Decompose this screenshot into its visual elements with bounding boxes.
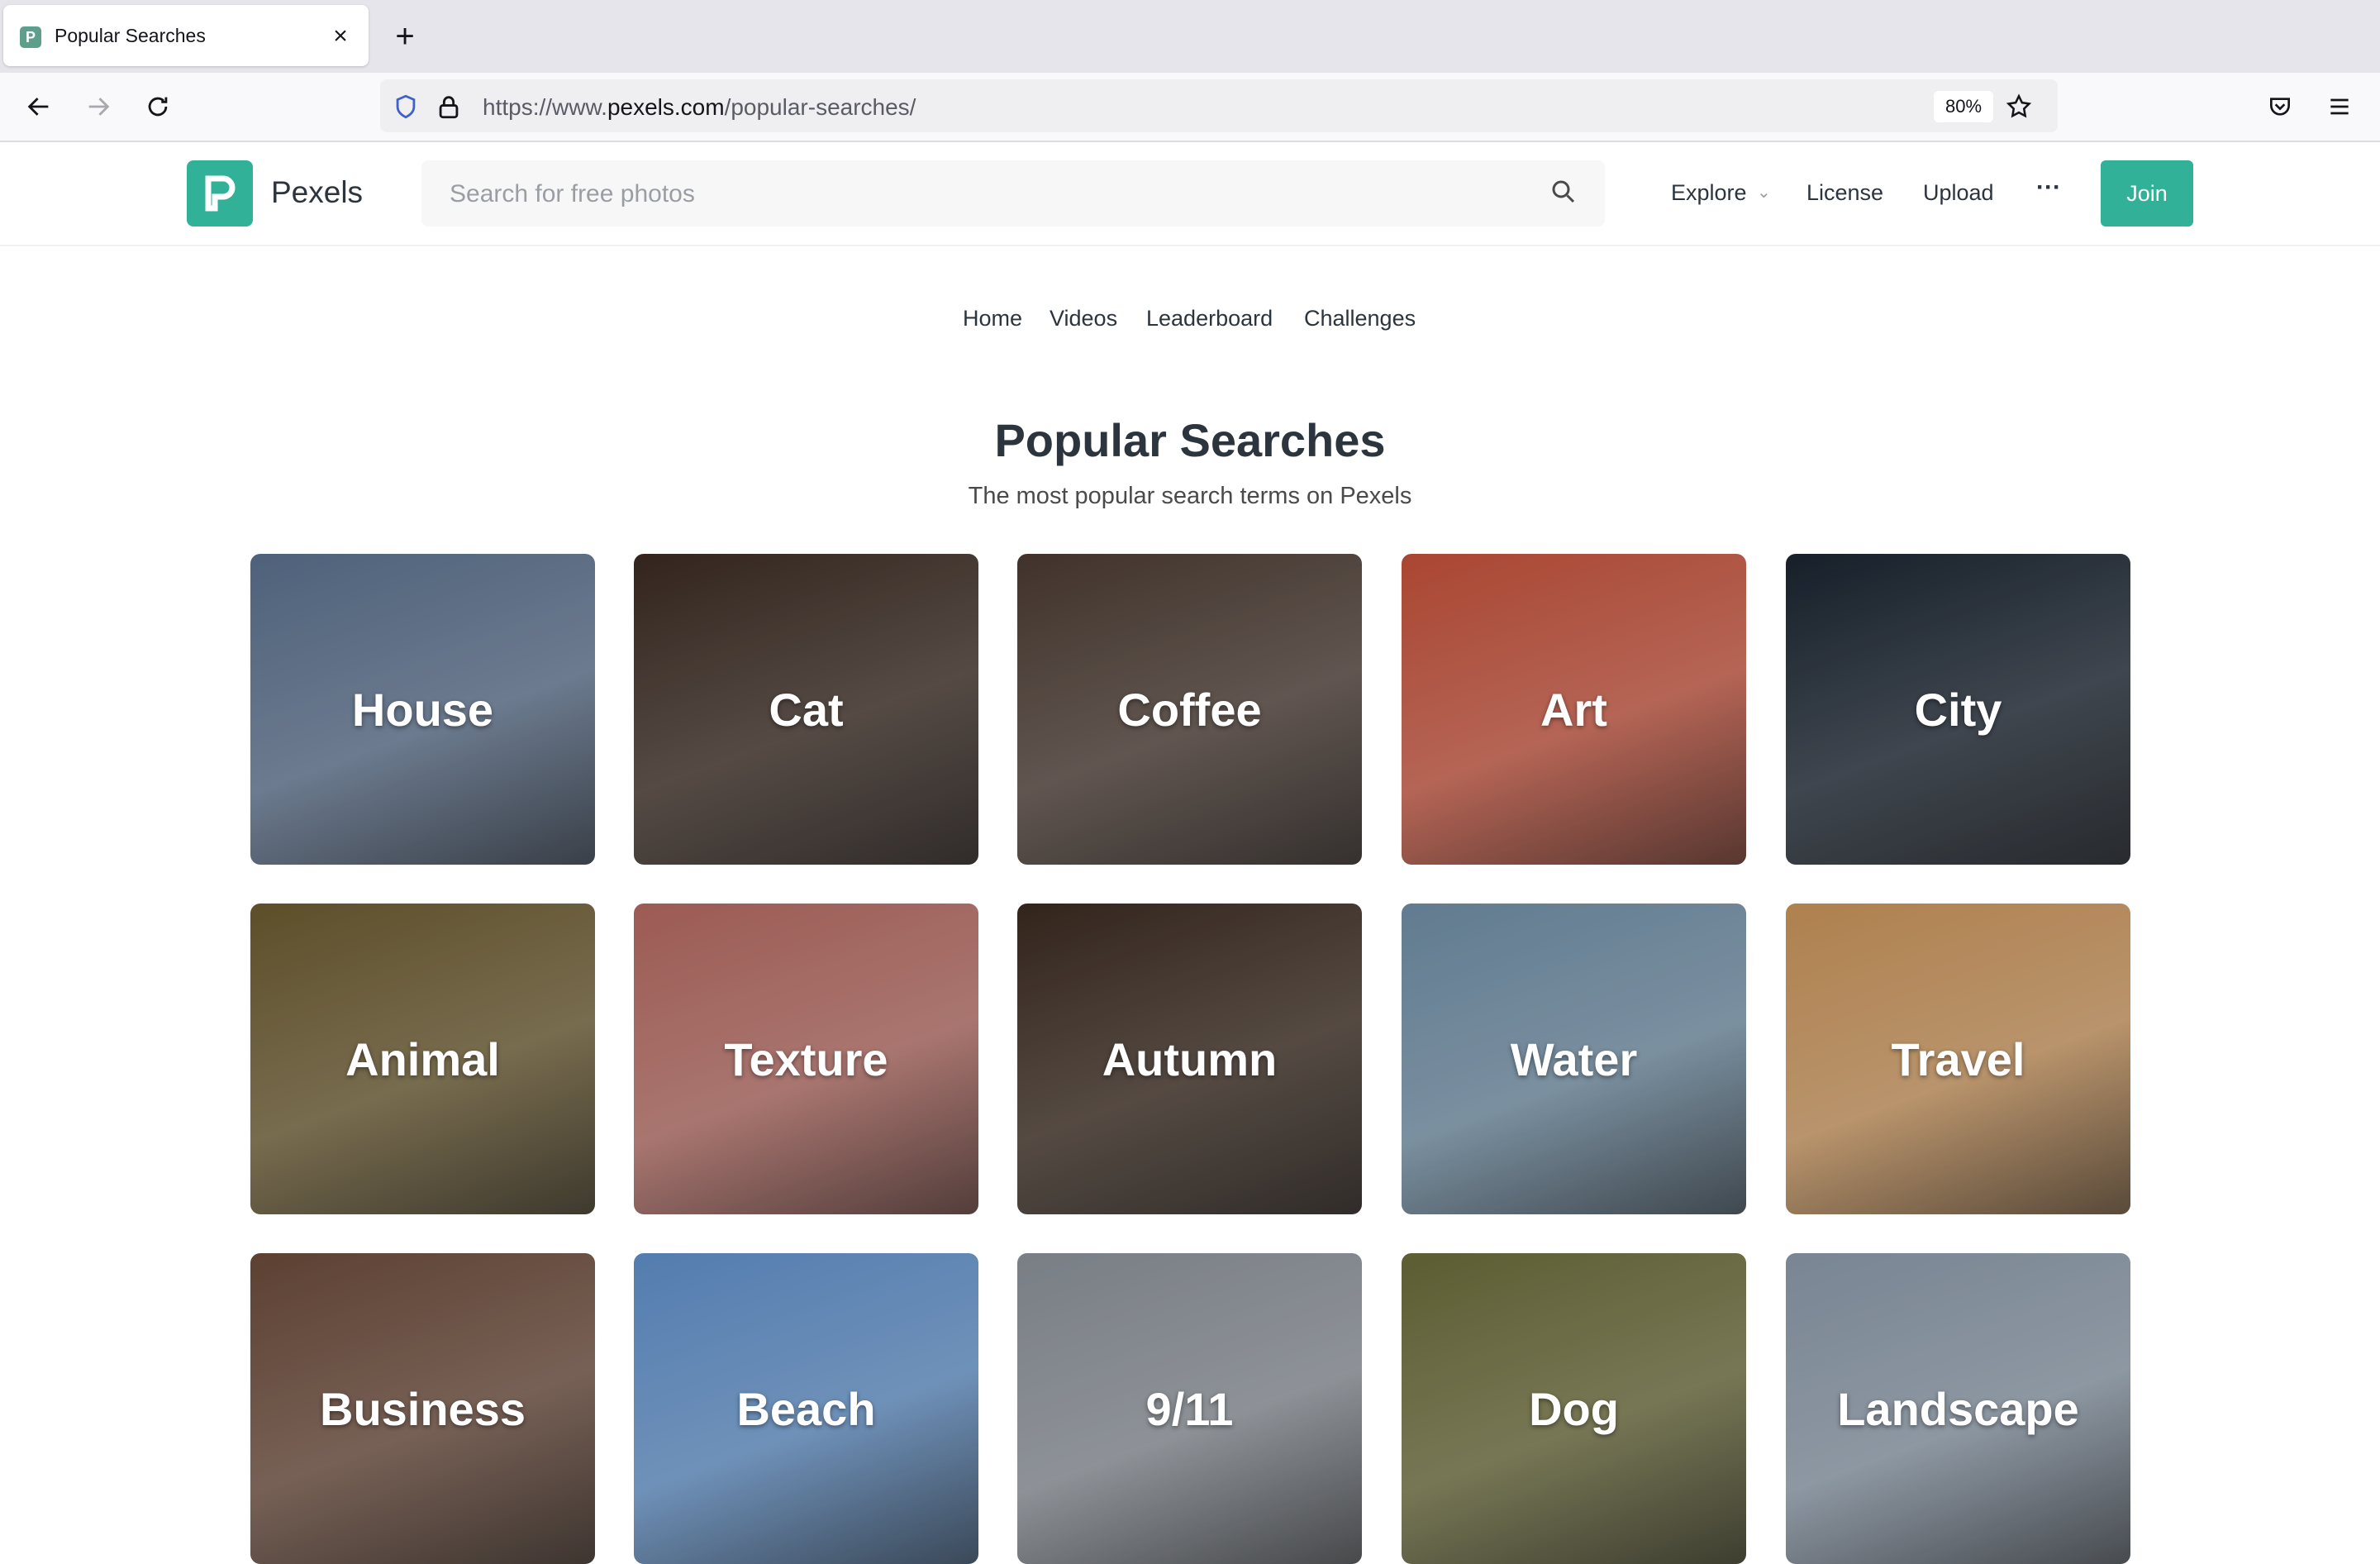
reload-icon[interactable] [137,86,178,127]
card-label: Animal [250,904,595,1214]
url-text[interactable]: https://www.pexels.com/popular-searches/ [483,94,916,121]
page-title: Popular Searches [994,414,1386,466]
menu-hamburger-icon[interactable] [2319,86,2360,127]
search-icon[interactable] [1549,177,1582,210]
search-card-texture[interactable]: Texture [634,904,978,1214]
lock-icon[interactable] [435,93,463,121]
browser-nav-bar: https://www.pexels.com/popular-searches/… [0,73,2380,142]
search-card-landscape[interactable]: Landscape [1786,1253,2130,1564]
search-card-coffee[interactable]: Coffee [1017,554,1362,865]
card-label: 9/11 [1017,1253,1362,1564]
more-options-icon[interactable]: ··· [2036,174,2061,202]
card-label: Dog [1402,1253,1746,1564]
card-label: Art [1402,554,1746,865]
card-label: Coffee [1017,554,1362,865]
explore-menu[interactable]: Explore [1671,180,1747,206]
site-header: Pexels Explore ⌄ License Upload ··· Join [0,142,2380,246]
card-label: Beach [634,1253,978,1564]
logo-text[interactable]: Pexels [271,175,363,210]
search-card-city[interactable]: City [1786,554,2130,865]
search-card-art[interactable]: Art [1402,554,1746,865]
card-label: Travel [1786,904,2130,1214]
card-label: City [1786,554,2130,865]
url-host: pexels.com [607,94,725,120]
upload-link[interactable]: Upload [1923,180,1994,206]
subnav-leaderboard[interactable]: Leaderboard [1146,306,1273,331]
card-label: Water [1402,904,1746,1214]
card-label: Landscape [1786,1253,2130,1564]
chevron-down-icon[interactable]: ⌄ [1757,182,1771,203]
search-card-9-11[interactable]: 9/11 [1017,1253,1362,1564]
search-input[interactable] [448,160,1526,228]
back-arrow-icon[interactable] [18,86,60,127]
subnav-videos[interactable]: Videos [1050,306,1117,331]
license-link[interactable]: License [1806,180,1883,206]
pocket-icon[interactable] [2259,86,2301,127]
search-card-business[interactable]: Business [250,1253,595,1564]
card-label: Cat [634,554,978,865]
pexels-favicon-icon: P [20,26,41,48]
search-card-travel[interactable]: Travel [1786,904,2130,1214]
search-card-beach[interactable]: Beach [634,1253,978,1564]
forward-arrow-icon[interactable] [78,86,119,127]
card-label: Business [250,1253,595,1564]
bookmark-star-icon[interactable] [2005,93,2033,121]
pexels-logo-icon[interactable] [187,160,253,226]
card-label: Autumn [1017,904,1362,1214]
search-card-autumn[interactable]: Autumn [1017,904,1362,1214]
subnav-challenges[interactable]: Challenges [1304,306,1416,331]
subnav-home[interactable]: Home [963,306,1022,331]
card-label: Texture [634,904,978,1214]
browser-tab[interactable]: P Popular Searches × [3,5,369,66]
new-tab-icon[interactable]: + [387,18,423,55]
tracking-shield-icon[interactable] [392,93,420,121]
url-path: /popular-searches/ [724,94,916,120]
search-card-water[interactable]: Water [1402,904,1746,1214]
page-subtitle: The most popular search terms on Pexels [968,483,1412,509]
search-card-house[interactable]: House [250,554,595,865]
address-bar[interactable]: https://www.pexels.com/popular-searches/… [380,79,2058,132]
tab-title: Popular Searches [55,25,206,46]
close-tab-icon[interactable]: × [324,20,357,53]
search-card-dog[interactable]: Dog [1402,1253,1746,1564]
search-card-animal[interactable]: Animal [250,904,595,1214]
browser-tab-bar: P Popular Searches × + [0,0,2380,73]
card-label: House [250,554,595,865]
search-card-cat[interactable]: Cat [634,554,978,865]
zoom-level-badge[interactable]: 80% [1934,91,1994,122]
join-button[interactable]: Join [2101,160,2193,226]
url-prefix: https://www. [483,94,607,120]
search-bar [421,160,1605,228]
